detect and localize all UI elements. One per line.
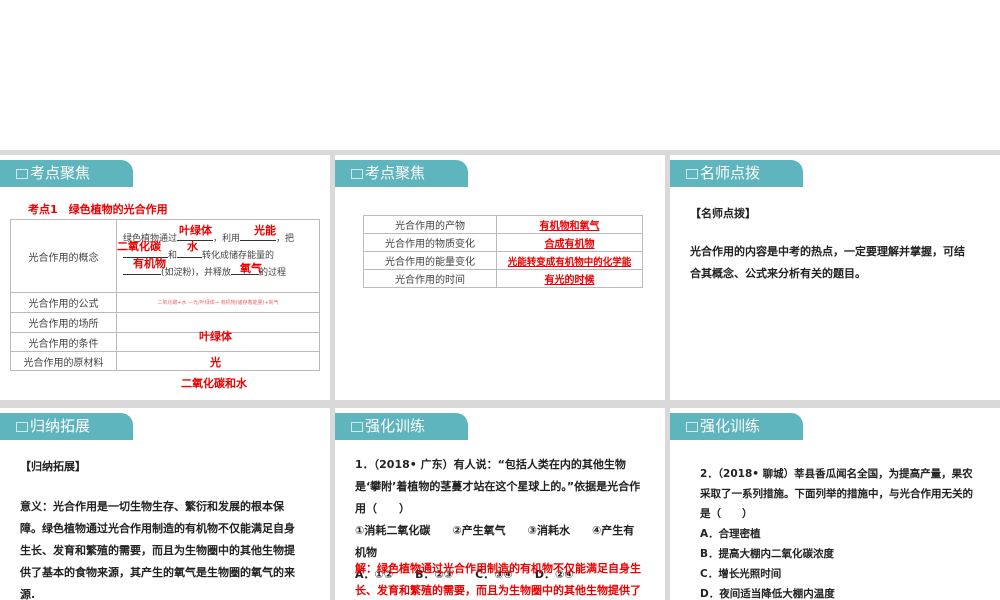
answer: 二氧化碳 [117, 240, 161, 253]
row-label: 光合作用的能量变化 [363, 251, 497, 270]
tab-label: 强化训练 [365, 417, 426, 435]
book-icon [351, 422, 363, 432]
question: 2．（2018• 聊城）莘县香瓜闻名全国，为提高产量，果农采取了一系列措施。下面… [700, 464, 975, 600]
formula: 二氧化碳+水 —光/叶绿体→ 有机物(储存着能量)+氧气 [116, 292, 320, 313]
tab-label: 考点聚焦 [365, 164, 426, 182]
panel-teacher-tips: 名师点拨 【名师点拨】 光合作用的内容是中考的热点，一定要理解并掌握，可结合其概… [670, 155, 1000, 400]
question-text: 1．（2018• 广东）有人说：“包括人类在内的其他生物是‘攀附’着植物的茎蔓才… [355, 458, 641, 515]
panel-key-points-1: 考点聚焦 考点1 绿色植物的光合作用 光合作用的概念 绿色植物通过 ，利用 ，把 和… [0, 155, 330, 400]
panel-summary: 归纳拓展 【归纳拓展】 意义：光合作用是一切生物生存、繁衍和发展的根本保障。绿色… [0, 408, 330, 600]
book-icon [16, 169, 28, 179]
row-label: 光合作用的条件 [10, 332, 117, 352]
answer: 叶绿体 [179, 224, 212, 237]
section-tab: 考点聚焦 [335, 160, 468, 187]
book-icon [686, 422, 698, 432]
section-tab: 强化训练 [335, 413, 468, 440]
question-text: 2．（2018• 聊城）莘县香瓜闻名全国，为提高产量，果农采取了一系列措施。下面… [700, 468, 973, 520]
option-c[interactable]: C．增长光照时间 [700, 564, 975, 584]
row-label: 光合作用的公式 [10, 292, 117, 313]
panel-exercise-2: 强化训练 2．（2018• 聊城）莘县香瓜闻名全国，为提高产量，果农采取了一系列… [670, 408, 1000, 600]
section-tab: 名师点拨 [670, 160, 803, 187]
summary-table: 光合作用的产物 有机物和氧气 光合作用的物质变化 合成有机物 光合作用的能量变化 光能… [363, 215, 643, 288]
tips-title: 【名师点拨】 [690, 207, 756, 220]
row-label: 光合作用的场所 [10, 312, 117, 333]
tips-text: 光合作用的内容是中考的热点，一定要理解并掌握，可结合其概念、公式来分析有关的题目… [690, 245, 965, 280]
answer: 有机物和氧气 [496, 215, 643, 234]
explanation: 解：绿色植物通过光合作用制造的有机物不仅能满足自身生长、发育和繁殖的需要，而且为… [355, 562, 641, 597]
book-icon [351, 169, 363, 179]
answer-place: 叶绿体 [199, 330, 232, 343]
answer: 光能转变成有机物中的化学能 [496, 251, 643, 270]
answer: 合成有机物 [496, 233, 643, 252]
book-icon [16, 422, 28, 432]
answer: 有光的时候 [496, 269, 643, 288]
row-label: 光合作用的时间 [363, 269, 497, 288]
row-label: 光合作用的产物 [363, 215, 497, 234]
tab-label: 强化训练 [700, 417, 761, 435]
answer-condition: 光 [210, 356, 221, 369]
row-label: 光合作用的物质变化 [363, 233, 497, 252]
summary-text: 意义：光合作用是一切生物生存、繁衍和发展的根本保障。绿色植物通过光合作用制造的有… [20, 500, 295, 600]
heading: 考点1 绿色植物的光合作用 [28, 203, 168, 216]
book-icon [686, 169, 698, 179]
answer: 光能 [254, 224, 276, 237]
section-tab: 强化训练 [670, 413, 803, 440]
tab-label: 考点聚焦 [30, 164, 91, 182]
tab-label: 归纳拓展 [30, 417, 91, 435]
answer: 有机物 [133, 257, 166, 270]
option-d[interactable]: D．夜间适当降低大棚内温度 [700, 584, 975, 600]
panel-key-points-2: 考点聚焦 光合作用的产物 有机物和氧气 光合作用的物质变化 合成有机物 光合作用的能… [335, 155, 665, 400]
concept-table: 光合作用的概念 绿色植物通过 ，利用 ，把 和转化成储存能量的 (如淀粉)，并释放的… [10, 219, 320, 371]
section-tab: 考点聚焦 [0, 160, 133, 187]
summary-title: 【归纳拓展】 [20, 460, 86, 473]
answer: 水 [187, 240, 198, 253]
answer-material: 二氧化碳和水 [181, 377, 247, 390]
panel-exercise-1: 强化训练 1．（2018• 广东）有人说：“包括人类在内的其他生物是‘攀附’着植… [335, 408, 665, 600]
tab-label: 名师点拨 [700, 164, 761, 182]
option-b[interactable]: B．提高大棚内二氧化碳浓度 [700, 544, 975, 564]
option-a[interactable]: A．合理密植 [700, 524, 975, 544]
answer: 氧气 [240, 262, 262, 275]
concept-cell: 绿色植物通过 ，利用 ，把 和转化成储存能量的 (如淀粉)，并释放 的过程 叶绿体 光… [116, 219, 320, 293]
row-label: 光合作用的原材料 [10, 351, 117, 371]
row-label: 光合作用的概念 [10, 219, 117, 293]
section-tab: 归纳拓展 [0, 413, 133, 440]
